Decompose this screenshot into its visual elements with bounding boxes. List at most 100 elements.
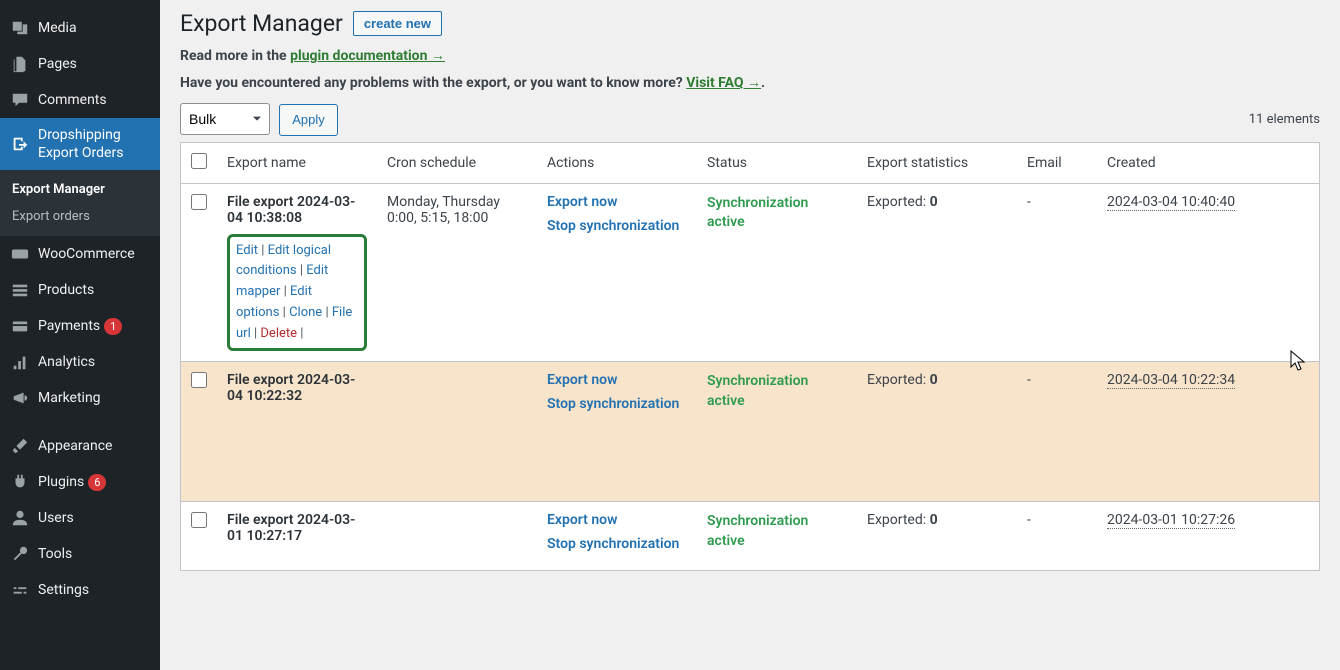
submenu-item-export-manager[interactable]: Export Manager bbox=[0, 176, 160, 203]
export-now-link[interactable]: Export now bbox=[547, 512, 687, 528]
sidebar-submenu: Export Manager Export orders bbox=[0, 170, 160, 236]
sidebar-item-media[interactable]: Media bbox=[0, 10, 160, 46]
col-header-status: Status bbox=[697, 142, 857, 183]
admin-sidebar: Media Pages Comments Dropshipping Export… bbox=[0, 0, 160, 670]
col-header-cron[interactable]: Cron schedule bbox=[377, 142, 537, 183]
created-timestamp: 2024-03-01 10:27:26 bbox=[1107, 512, 1235, 529]
table-controls: Bulk Apply 11 elements bbox=[180, 103, 1320, 136]
intro-docs-pre: Read more in the bbox=[180, 48, 290, 64]
cron-schedule bbox=[377, 502, 537, 571]
export-name: File export 2024-03-04 10:38:08 bbox=[227, 194, 355, 226]
sidebar-item-pages[interactable]: Pages bbox=[0, 46, 160, 82]
sidebar-item-payments[interactable]: Payments 1 bbox=[0, 308, 160, 344]
sidebar-item-label: Settings bbox=[38, 581, 89, 599]
stop-sync-link[interactable]: Stop synchronization bbox=[547, 218, 687, 234]
sidebar-item-label: Products bbox=[38, 281, 94, 299]
col-header-actions: Actions bbox=[537, 142, 697, 183]
media-icon bbox=[10, 18, 30, 38]
sidebar-item-plugins[interactable]: Plugins 6 bbox=[0, 464, 160, 500]
woo-icon bbox=[10, 244, 30, 264]
email-cell: - bbox=[1017, 502, 1097, 571]
sidebar-item-label: Pages bbox=[38, 55, 77, 73]
settings-icon bbox=[10, 580, 30, 600]
submenu-item-export-orders[interactable]: Export orders bbox=[0, 203, 160, 230]
sidebar-item-woocommerce[interactable]: WooCommerce bbox=[0, 236, 160, 272]
email-cell: - bbox=[1017, 183, 1097, 362]
sidebar-item-marketing[interactable]: Marketing bbox=[0, 380, 160, 416]
row-checkbox[interactable] bbox=[191, 194, 207, 210]
export-now-link[interactable]: Export now bbox=[547, 194, 687, 210]
wrench-icon bbox=[10, 544, 30, 564]
plugin-documentation-link[interactable]: plugin documentation → bbox=[290, 48, 445, 64]
col-header-created[interactable]: Created bbox=[1097, 142, 1320, 183]
sidebar-item-label: Dropshipping Export Orders bbox=[38, 126, 150, 162]
sidebar-item-settings[interactable]: Settings bbox=[0, 572, 160, 608]
sidebar-item-label: Media bbox=[38, 19, 77, 37]
sidebar-item-label: Appearance bbox=[38, 437, 112, 455]
row-checkbox[interactable] bbox=[191, 372, 207, 388]
payments-icon bbox=[10, 316, 30, 336]
table-row: File export 2024-03-04 10:22:32 Export n… bbox=[181, 362, 1320, 502]
apply-button[interactable]: Apply bbox=[279, 104, 338, 136]
products-icon bbox=[10, 280, 30, 300]
stop-sync-link[interactable]: Stop synchronization bbox=[547, 396, 687, 412]
sidebar-item-label: Users bbox=[38, 509, 74, 527]
stop-sync-link[interactable]: Stop synchronization bbox=[547, 536, 687, 552]
sidebar-item-appearance[interactable]: Appearance bbox=[0, 428, 160, 464]
sidebar-item-label: Marketing bbox=[38, 389, 101, 407]
analytics-icon bbox=[10, 352, 30, 372]
plug-icon bbox=[10, 472, 30, 492]
sidebar-item-users[interactable]: Users bbox=[0, 500, 160, 536]
comments-icon bbox=[10, 90, 30, 110]
intro-faq-post: . bbox=[761, 75, 765, 91]
visit-faq-link[interactable]: Visit FAQ → bbox=[686, 75, 761, 91]
sidebar-item-tools[interactable]: Tools bbox=[0, 536, 160, 572]
create-new-button[interactable]: create new bbox=[353, 11, 442, 36]
col-header-stats: Export statistics bbox=[857, 142, 1017, 183]
megaphone-icon bbox=[10, 388, 30, 408]
sidebar-item-products[interactable]: Products bbox=[0, 272, 160, 308]
sidebar-item-label: WooCommerce bbox=[38, 245, 135, 263]
row-checkbox[interactable] bbox=[191, 512, 207, 528]
email-cell: - bbox=[1017, 362, 1097, 502]
page-title: Export Manager create new bbox=[180, 10, 1320, 37]
table-row: File export 2024-03-01 10:27:17 Export n… bbox=[181, 502, 1320, 571]
sidebar-item-label: Payments bbox=[38, 317, 100, 335]
sidebar-item-label: Tools bbox=[38, 545, 72, 563]
element-count: 11 elements bbox=[1249, 112, 1320, 127]
sync-status: Synchronization active bbox=[707, 373, 808, 409]
users-icon bbox=[10, 508, 30, 528]
table-row: File export 2024-03-04 10:38:08 Edit | E… bbox=[181, 183, 1320, 362]
col-header-name[interactable]: Export name bbox=[217, 142, 377, 183]
select-all-checkbox[interactable] bbox=[191, 153, 207, 169]
sidebar-item-dropshipping-export[interactable]: Dropshipping Export Orders bbox=[0, 118, 160, 170]
sync-status: Synchronization active bbox=[707, 195, 808, 231]
export-stats: Exported: 0 bbox=[857, 502, 1017, 571]
export-now-link[interactable]: Export now bbox=[547, 372, 687, 388]
sidebar-item-label: Comments bbox=[38, 91, 107, 109]
notification-badge: 6 bbox=[88, 474, 106, 491]
export-name: File export 2024-03-01 10:27:17 bbox=[227, 512, 355, 544]
sync-status: Synchronization active bbox=[707, 513, 808, 549]
intro-faq: Have you encountered any problems with t… bbox=[180, 74, 1320, 91]
sidebar-item-label: Analytics bbox=[38, 353, 95, 371]
export-name: File export 2024-03-04 10:22:32 bbox=[227, 372, 355, 404]
intro-faq-pre: Have you encountered any problems with t… bbox=[180, 75, 686, 91]
sidebar-item-label: Plugins bbox=[38, 473, 84, 491]
pages-icon bbox=[10, 54, 30, 74]
bulk-action-select[interactable]: Bulk bbox=[180, 103, 270, 135]
select-all-header bbox=[181, 142, 218, 183]
brush-icon bbox=[10, 436, 30, 456]
export-icon bbox=[10, 134, 30, 154]
sidebar-item-comments[interactable]: Comments bbox=[0, 82, 160, 118]
main-content: Export Manager create new Read more in t… bbox=[160, 0, 1340, 670]
row-action-edit[interactable]: Edit bbox=[236, 243, 258, 258]
sidebar-item-analytics[interactable]: Analytics bbox=[0, 344, 160, 380]
row-action-delete[interactable]: Delete bbox=[260, 326, 297, 341]
row-action-clone[interactable]: Clone bbox=[289, 305, 322, 320]
export-stats: Exported: 0 bbox=[857, 362, 1017, 502]
intro-docs: Read more in the plugin documentation → bbox=[180, 47, 1320, 64]
col-header-email: Email bbox=[1017, 142, 1097, 183]
created-timestamp: 2024-03-04 10:40:40 bbox=[1107, 194, 1235, 211]
created-timestamp: 2024-03-04 10:22:34 bbox=[1107, 372, 1235, 389]
